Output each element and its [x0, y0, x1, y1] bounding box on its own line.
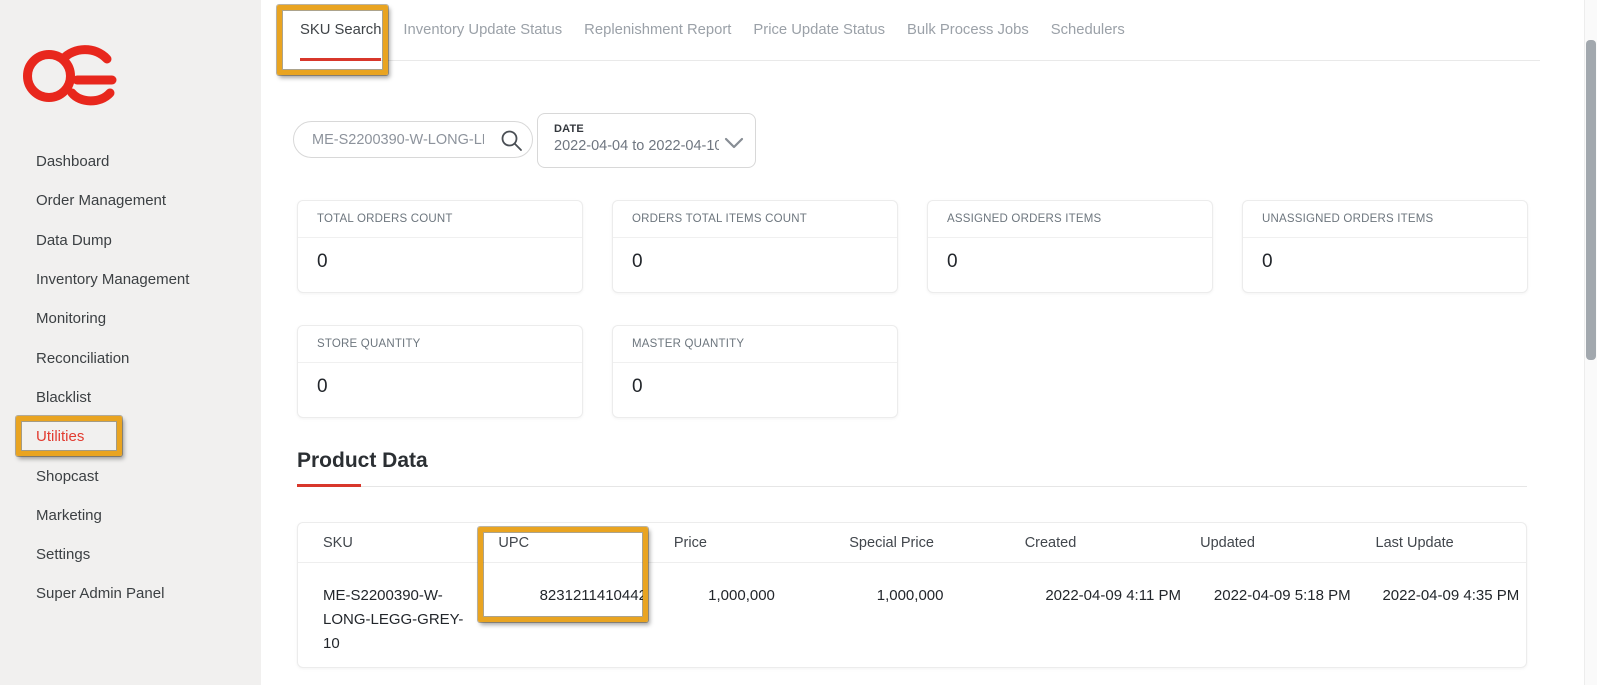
sidebar: Dashboard Order Management Data Dump Inv… [0, 0, 261, 685]
sidebar-item-super-admin-panel[interactable]: Super Admin Panel [0, 574, 261, 613]
stat-card-total-orders-count: TOTAL ORDERS COUNT 0 [297, 200, 583, 293]
column-header-price: Price [649, 535, 824, 551]
app-window: Dashboard Order Management Data Dump Inv… [0, 0, 1597, 685]
section-divider [297, 486, 1527, 487]
tab-schedulers[interactable]: Schedulers [1051, 0, 1125, 60]
logo-top-arc [63, 50, 107, 59]
section-divider-accent [297, 484, 361, 487]
column-header-special-price: Special Price [824, 535, 999, 551]
scrollbar-thumb[interactable] [1586, 40, 1596, 360]
column-header-last-update: Last Update [1351, 535, 1526, 551]
column-header-created: Created [1000, 535, 1175, 551]
sidebar-item-inventory-management[interactable]: Inventory Management [0, 260, 261, 299]
stat-card-label: TOTAL ORDERS COUNT [298, 201, 582, 238]
stat-card-label: STORE QUANTITY [298, 326, 582, 363]
stat-card-value: 0 [928, 238, 1212, 273]
tab-bulk-process-jobs[interactable]: Bulk Process Jobs [907, 0, 1029, 60]
tab-inventory-update-status[interactable]: Inventory Update Status [403, 0, 562, 60]
cell-upc: 8231211410442 [515, 584, 684, 656]
cell-updated: 2022-04-09 5:18 PM [1189, 584, 1358, 656]
date-filter-label: DATE [554, 123, 719, 135]
section-title-product-data: Product Data [297, 449, 428, 473]
stat-card-master-quantity: MASTER QUANTITY 0 [612, 325, 898, 418]
stat-card-label: MASTER QUANTITY [613, 326, 897, 363]
stat-card-value: 0 [613, 238, 897, 273]
sidebar-item-dashboard[interactable]: Dashboard [0, 142, 261, 181]
table-header-row: SKU UPC Price Special Price Created Upda… [298, 523, 1526, 563]
stat-card-value: 0 [298, 363, 582, 398]
stat-card-unassigned-orders-items: UNASSIGNED ORDERS ITEMS 0 [1242, 200, 1528, 293]
stat-card-assigned-orders-items: ASSIGNED ORDERS ITEMS 0 [927, 200, 1213, 293]
stat-card-value: 0 [613, 363, 897, 398]
stat-card-value: 0 [1243, 238, 1527, 273]
tab-bar: SKU Search Inventory Update Status Reple… [300, 0, 1540, 61]
tab-sku-search[interactable]: SKU Search [300, 0, 381, 60]
stat-card-label: UNASSIGNED ORDERS ITEMS [1243, 201, 1527, 238]
product-data-table: SKU UPC Price Special Price Created Upda… [297, 522, 1527, 668]
column-header-upc: UPC [473, 535, 648, 551]
stat-card-store-quantity: STORE QUANTITY 0 [297, 325, 583, 418]
main-content: SKU Search Inventory Update Status Reple… [261, 0, 1584, 685]
logo-bottom-arc [72, 93, 110, 101]
tab-price-update-status[interactable]: Price Update Status [753, 0, 885, 60]
vertical-scrollbar [1584, 0, 1597, 685]
sidebar-item-utilities[interactable]: Utilities [0, 417, 261, 456]
column-header-sku: SKU [298, 535, 473, 551]
sidebar-item-marketing[interactable]: Marketing [0, 496, 261, 535]
search-icon[interactable] [500, 129, 523, 152]
sidebar-item-reconciliation[interactable]: Reconciliation [0, 338, 261, 377]
sidebar-item-order-management[interactable]: Order Management [0, 181, 261, 220]
cell-created: 2022-04-09 4:11 PM [1020, 584, 1189, 656]
sku-search-field [293, 121, 533, 158]
stat-card-label: ASSIGNED ORDERS ITEMS [928, 201, 1212, 238]
sidebar-item-blacklist[interactable]: Blacklist [0, 378, 261, 417]
stat-card-value: 0 [298, 238, 582, 273]
sidebar-item-shopcast[interactable]: Shopcast [0, 456, 261, 495]
cell-special-price: 1,000,000 [852, 584, 1021, 656]
cell-sku: ME-S2200390-W-LONG-LEGG-GREY-10 [298, 584, 515, 656]
cell-price: 1,000,000 [683, 584, 852, 656]
table-row: ME-S2200390-W-LONG-LEGG-GREY-10 82312114… [298, 563, 1526, 656]
date-filter-dropdown[interactable]: DATE 2022-04-04 to 2022-04-10 [537, 113, 756, 168]
tab-replenishment-report[interactable]: Replenishment Report [584, 0, 731, 60]
cell-last-update: 2022-04-09 4:35 PM [1357, 584, 1526, 656]
chevron-down-icon [724, 136, 744, 148]
sidebar-nav: Dashboard Order Management Data Dump Inv… [0, 142, 261, 614]
oe-logo [17, 42, 117, 106]
stat-card-orders-total-items-count: ORDERS TOTAL ITEMS COUNT 0 [612, 200, 898, 293]
sidebar-item-settings[interactable]: Settings [0, 535, 261, 574]
stat-card-label: ORDERS TOTAL ITEMS COUNT [613, 201, 897, 238]
sidebar-item-monitoring[interactable]: Monitoring [0, 299, 261, 338]
sidebar-item-data-dump[interactable]: Data Dump [0, 221, 261, 260]
sku-search-input[interactable] [294, 132, 484, 148]
date-filter-value: 2022-04-04 to 2022-04-10 [554, 138, 719, 154]
column-header-updated: Updated [1175, 535, 1350, 551]
